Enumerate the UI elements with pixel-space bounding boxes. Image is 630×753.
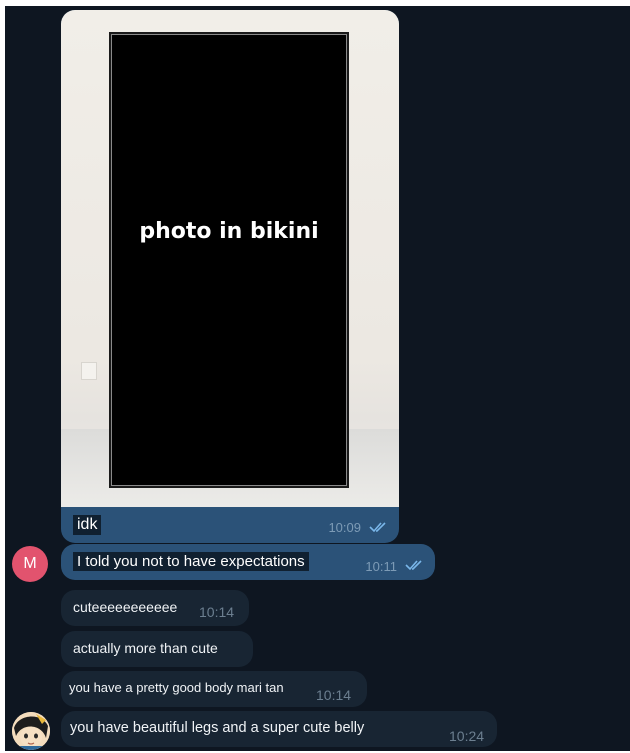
censor-overlay: photo in bikini	[109, 32, 349, 488]
photo-message[interactable]: photo in bikini idk 10:09	[61, 10, 399, 543]
photo-wall-switch	[81, 362, 97, 380]
photo-caption: idk	[73, 515, 102, 535]
incoming-message[interactable]: cuteeeeeeeeeee 10:14	[61, 590, 249, 626]
incoming-message[interactable]: you have a pretty good body mari tan 10:…	[61, 671, 367, 707]
message-text: cuteeeeeeeeeee	[73, 599, 178, 615]
avatar[interactable]: M	[12, 546, 48, 582]
photo-caption-bar: idk 10:09	[61, 507, 399, 543]
avatar-initial: M	[23, 555, 37, 572]
message-time: 10:14	[316, 687, 352, 703]
anime-avatar-image	[12, 712, 50, 750]
user-avatar[interactable]	[12, 712, 50, 750]
double-check-icon	[405, 560, 422, 571]
message-text: I told you not to have expectations	[73, 552, 309, 571]
message-text: you have beautiful legs and a super cute…	[70, 720, 365, 736]
outgoing-message[interactable]: I told you not to have expectations 10:1…	[61, 544, 435, 580]
censor-label: photo in bikini	[139, 218, 319, 244]
message-text: actually more than cute	[73, 640, 218, 656]
message-time: 10:11	[365, 559, 397, 574]
incoming-message[interactable]: you have beautiful legs and a super cute…	[61, 711, 497, 747]
chat-area[interactable]: photo in bikini idk 10:09 M I told you n…	[5, 6, 630, 751]
photo-time: 10:09	[328, 520, 361, 535]
photo-attachment[interactable]: photo in bikini	[61, 10, 399, 507]
message-text: you have a pretty good body mari tan	[69, 680, 284, 695]
double-check-icon	[369, 522, 386, 533]
message-time: 10:24	[449, 728, 485, 744]
message-time: 10:14	[199, 604, 235, 620]
incoming-message[interactable]: actually more than cute	[61, 631, 253, 667]
